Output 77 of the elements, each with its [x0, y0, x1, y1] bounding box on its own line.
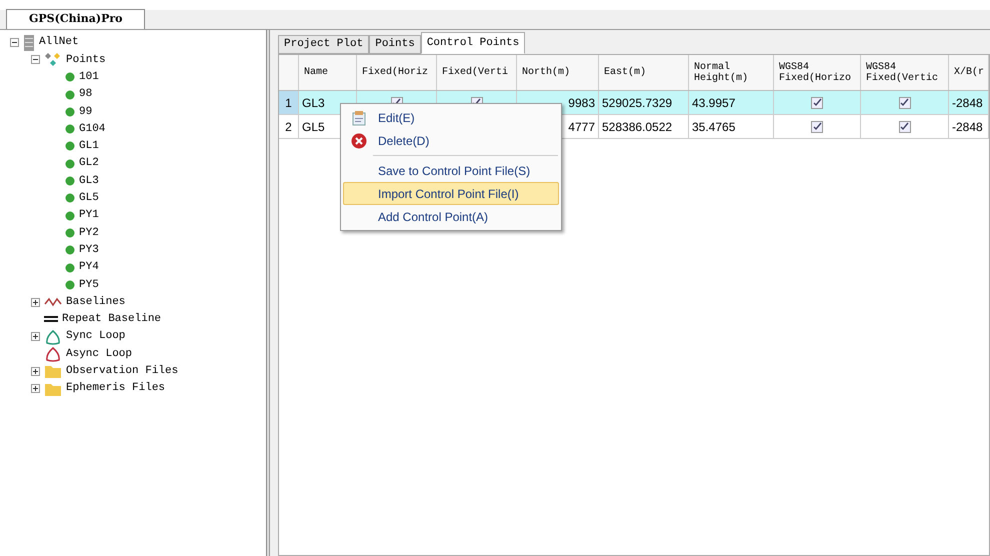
expand-toggle-icon[interactable]	[31, 332, 40, 342]
delete-icon	[351, 132, 367, 148]
diamonds-icon	[44, 52, 62, 68]
folder-icon	[44, 364, 62, 378]
folder-icon	[44, 382, 62, 396]
tree-item[interactable]: GL5	[79, 190, 99, 207]
double-line-icon	[44, 315, 58, 324]
column-header[interactable]: Normal Height(m)	[689, 55, 774, 90]
point-icon	[65, 124, 75, 134]
collapse-toggle-icon[interactable]	[31, 55, 40, 64]
tab[interactable]: Control Points	[420, 32, 526, 54]
row-number: 1	[279, 91, 299, 115]
tree-item[interactable]: GL1	[79, 138, 99, 155]
server-icon	[23, 34, 35, 51]
point-icon	[65, 262, 75, 272]
tree-item[interactable]: 99	[79, 104, 92, 120]
tree-item[interactable]: G104	[79, 120, 106, 138]
tab[interactable]: Project Plot	[278, 35, 370, 54]
column-header[interactable]: Name	[299, 55, 357, 90]
point-icon	[65, 193, 75, 204]
tree-item[interactable]: GL3	[79, 172, 99, 190]
collapse-toggle-icon[interactable]	[10, 38, 19, 48]
tree-item[interactable]: Async Loop	[66, 346, 132, 362]
point-icon	[65, 210, 75, 221]
tree-item[interactable]: GL2	[79, 155, 99, 172]
table-cell-text: 9983	[568, 94, 595, 112]
tree-item[interactable]: 101	[79, 68, 99, 86]
table-cell: -2848	[949, 115, 989, 139]
checkbox[interactable]	[898, 120, 910, 132]
point-icon	[65, 90, 75, 100]
expand-toggle-icon[interactable]	[31, 384, 40, 394]
triangle-loop-icon	[44, 328, 62, 345]
triangle-loop-icon	[44, 346, 62, 362]
tab[interactable]: Points	[369, 35, 421, 54]
expand-toggle-icon[interactable]	[31, 298, 40, 307]
point-icon	[65, 280, 75, 290]
tree-item[interactable]: Observation Files	[66, 363, 178, 380]
tree-item[interactable]: Sync Loop	[66, 328, 126, 345]
expand-toggle-icon[interactable]	[31, 366, 40, 376]
column-header[interactable]: North(m)	[517, 55, 599, 90]
tree-item[interactable]: Ephemeris Files	[66, 380, 166, 397]
column-header[interactable]: X/B(r	[949, 55, 989, 90]
checkbox[interactable]	[811, 96, 823, 108]
tree-item[interactable]: 98	[79, 86, 92, 103]
notepad-icon	[351, 110, 367, 126]
point-icon	[65, 245, 75, 256]
tree-item[interactable]: PY2	[79, 224, 99, 242]
point-icon	[65, 106, 75, 117]
tree-item[interactable]: PY5	[79, 276, 99, 294]
tree-item[interactable]: PY4	[79, 259, 99, 276]
menu-item[interactable]: Save to Control Point File(S)	[343, 159, 559, 182]
menu-item[interactable]: Import Control Point File(I)	[343, 182, 559, 205]
app-tab[interactable]: GPS(China)Pro	[6, 9, 146, 29]
column-header[interactable]: Fixed(Verti	[437, 55, 517, 90]
checkbox[interactable]	[811, 120, 823, 132]
point-icon	[65, 228, 75, 238]
point-icon	[65, 141, 75, 152]
column-header[interactable]: WGS84 Fixed(Horizo	[774, 55, 861, 90]
tree-item[interactable]: Points	[66, 52, 106, 68]
tree-item[interactable]: AllNet	[39, 34, 79, 51]
column-header[interactable]: WGS84 Fixed(Vertic	[861, 55, 949, 90]
wave-icon	[44, 296, 62, 308]
point-icon	[65, 158, 75, 169]
row-number: 2	[279, 115, 299, 139]
table-cell: 35.4765	[689, 115, 774, 139]
tree-item[interactable]: PY1	[79, 207, 99, 224]
checkbox[interactable]	[898, 96, 910, 108]
point-icon	[65, 176, 75, 186]
tree-item[interactable]: PY3	[79, 242, 99, 258]
column-header[interactable]: Fixed(Horiz	[357, 55, 437, 90]
table-cell-text: 4777	[568, 118, 595, 136]
column-header[interactable]: East(m)	[599, 55, 689, 90]
point-icon	[65, 72, 75, 82]
menu-item[interactable]: Add Control Point(A)	[343, 205, 559, 228]
table-cell: 528386.0522	[599, 115, 689, 139]
tree-item[interactable]: Repeat Baseline	[62, 311, 162, 328]
tree-item[interactable]: Baselines	[66, 294, 126, 310]
